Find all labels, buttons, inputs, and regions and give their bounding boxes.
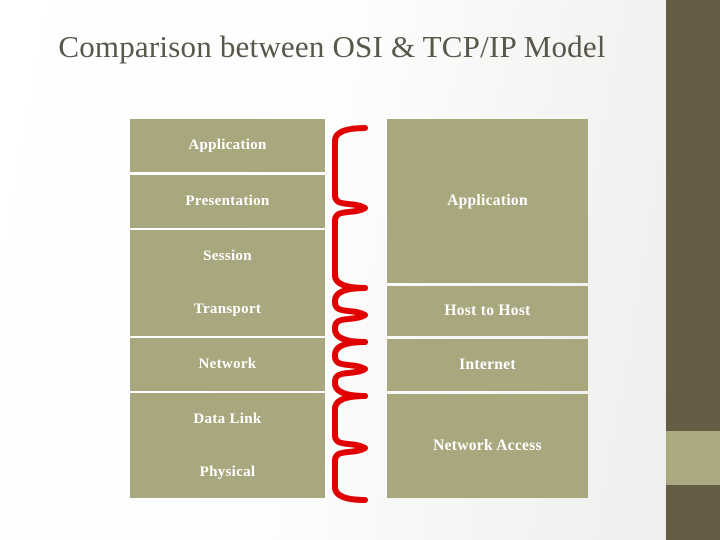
osi-layer-network[interactable]: Network xyxy=(130,338,325,391)
tcpip-layer-internet[interactable]: Internet xyxy=(387,339,588,391)
osi-layer-application[interactable]: Application xyxy=(130,119,325,172)
osi-layer-physical[interactable]: Physical xyxy=(130,446,325,498)
layer-label: Application xyxy=(188,137,267,153)
layer-label: Transport xyxy=(193,301,262,317)
layer-label: Internet xyxy=(459,356,516,373)
layer-label: Host to Host xyxy=(444,302,531,319)
layer-label: Application xyxy=(447,192,528,209)
sidebar-accent-block xyxy=(666,431,720,485)
layer-label: Session xyxy=(203,248,252,264)
brace-application xyxy=(332,125,368,291)
tcpip-layer-host-to-host[interactable]: Host to Host xyxy=(387,286,588,336)
brace-host-to-host xyxy=(332,285,368,345)
layer-label: Network xyxy=(198,356,257,372)
layer-label: Presentation xyxy=(185,193,270,209)
brace-internet xyxy=(332,339,368,399)
tcpip-layer-application[interactable]: Application xyxy=(387,119,588,283)
tcpip-model-column: Application Host to Host Internet Network A… xyxy=(387,119,588,498)
layer-label: Network Access xyxy=(433,437,542,454)
layer-label: Physical xyxy=(199,463,256,480)
layer-label: Data Link xyxy=(193,411,262,427)
tcpip-layer-network-access[interactable]: Network Access xyxy=(387,394,588,498)
osi-layer-transport[interactable]: Transport xyxy=(130,283,325,336)
osi-layer-presentation[interactable]: Presentation xyxy=(130,175,325,228)
osi-layer-session[interactable]: Session xyxy=(130,230,325,283)
osi-model-column: Application Presentation Session Transport N… xyxy=(130,119,325,498)
brace-network-access xyxy=(332,393,368,503)
mapping-braces-group xyxy=(332,125,368,503)
osi-layer-data-link[interactable]: Data Link xyxy=(130,393,325,446)
slide-canvas: Comparison between OSI & TCP/IP Model Ap… xyxy=(0,0,720,540)
page-title: Comparison between OSI & TCP/IP Model xyxy=(58,29,606,64)
